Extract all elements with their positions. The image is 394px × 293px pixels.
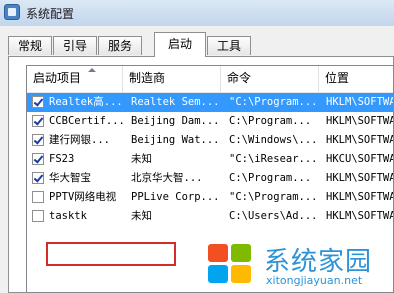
cell-maker: Beijing Wat... — [131, 134, 219, 146]
table-row[interactable]: FS23 未知 "C:\iResear... HKCU\SOFTWAR — [27, 150, 393, 169]
cell-location: HKLM\SOFTWAR — [326, 210, 393, 222]
cell-maker: 未知 — [131, 210, 152, 222]
tab-boot[interactable]: 引导 — [53, 36, 97, 55]
cell-maker: PPLive Corp... — [131, 191, 219, 203]
table-row[interactable]: PPTV网络电视 PPLive Corp... "C:\Program... HKLM… — [27, 188, 393, 207]
cell-location: HKLM\SOFTWAR — [326, 134, 393, 146]
app-icon — [4, 4, 20, 20]
table-row[interactable]: 建行网银... Beijing Wat... C:\Windows\... HKLM\… — [27, 131, 393, 150]
cell-item: Realtek高... — [49, 96, 123, 108]
tab-startup[interactable]: 启动 — [154, 32, 206, 57]
title-bar: 系统配置 — [0, 0, 394, 27]
table-row[interactable]: tasktk 未知 C:\Users\Ad... HKLM\SOFTWAR — [27, 207, 393, 226]
row-checkbox[interactable] — [32, 172, 44, 184]
column-header-maker[interactable]: 制造商 — [123, 66, 221, 92]
column-header-command[interactable]: 命令 — [221, 66, 319, 92]
table-row[interactable]: Realtek高... Realtek Sem... "C:\Program... H… — [27, 93, 393, 112]
column-header-location[interactable]: 位置 — [319, 66, 393, 92]
cell-command: C:\Program... — [229, 115, 312, 127]
tab-general[interactable]: 常规 — [8, 36, 52, 55]
cell-item: CCBCertif... — [49, 115, 123, 127]
sort-arrow-icon — [88, 68, 96, 72]
cell-location: HKLM\SOFTWAR — [326, 96, 393, 108]
cell-location: HKLM\SOFTWAR — [326, 191, 393, 203]
cell-command: "C:\Program... — [229, 96, 317, 108]
cell-command: C:\Program... — [229, 172, 312, 184]
cell-location: HKLM\SOFTWAR — [326, 115, 393, 127]
cell-location: HKLM\SOFTWAR — [326, 172, 393, 184]
tab-services[interactable]: 服务 — [98, 36, 142, 55]
row-checkbox[interactable] — [32, 191, 44, 203]
column-header-item[interactable]: 启动项目 — [27, 66, 123, 92]
row-checkbox[interactable] — [32, 210, 44, 222]
windows-logo-icon — [208, 244, 254, 286]
cell-item: 华大智宝 — [49, 172, 91, 184]
cell-maker: Beijing Dam... — [131, 115, 219, 127]
annotation-highlight-box — [46, 242, 176, 266]
table-row[interactable]: CCBCertif... Beijing Dam... C:\Program... H… — [27, 112, 393, 131]
tab-tools[interactable]: 工具 — [207, 36, 251, 55]
cell-location: HKCU\SOFTWAR — [326, 153, 393, 165]
cell-maker: 未知 — [131, 153, 152, 165]
row-checkbox[interactable] — [32, 96, 44, 108]
window-title: 系统配置 — [26, 7, 75, 21]
cell-item: PPTV网络电视 — [49, 191, 117, 203]
cell-command: "C:\iResear... — [229, 153, 317, 165]
watermark-url: xitongjiayuan.net — [266, 274, 363, 287]
cell-command: "C:\Program... — [229, 191, 317, 203]
row-checkbox[interactable] — [32, 153, 44, 165]
watermark: 系统家园 xitongjiayuan.net — [208, 238, 394, 293]
cell-item: 建行网银... — [49, 134, 110, 146]
row-checkbox[interactable] — [32, 115, 44, 127]
row-checkbox[interactable] — [32, 134, 44, 146]
table-row[interactable]: 华大智宝 北京华大智... C:\Program... HKLM\SOFTWAR — [27, 169, 393, 188]
cell-command: C:\Windows\... — [229, 134, 317, 146]
cell-item: FS23 — [49, 153, 75, 165]
cell-item: tasktk — [49, 210, 87, 222]
list-header: 启动项目 制造商 命令 位置 — [27, 66, 393, 93]
cell-maker: Realtek Sem... — [131, 96, 219, 108]
cell-command: C:\Users\Ad... — [229, 210, 317, 222]
watermark-title: 系统家园 — [264, 247, 373, 277]
cell-maker: 北京华大智... — [131, 172, 203, 184]
